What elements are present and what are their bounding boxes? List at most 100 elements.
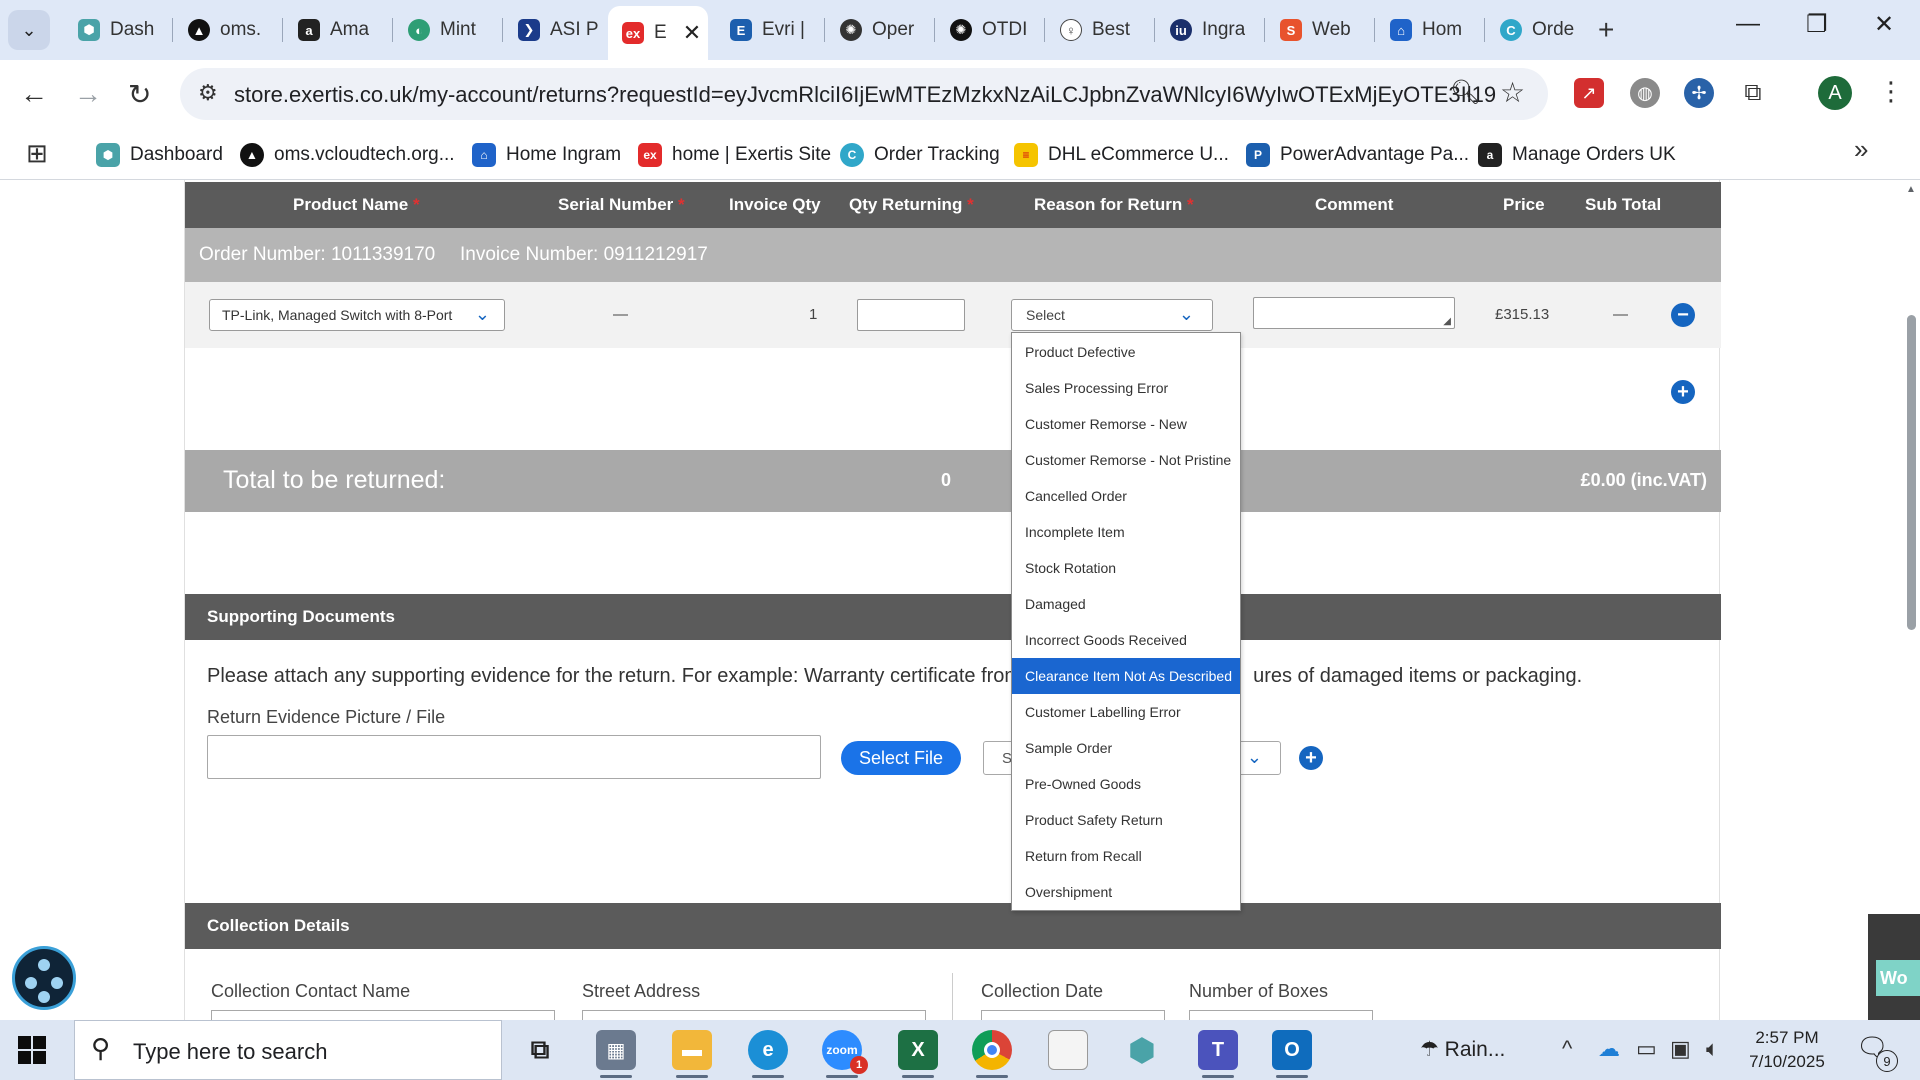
back-arrow-icon[interactable]: ←	[20, 78, 48, 110]
reason-option[interactable]: Sales Processing Error	[1012, 370, 1240, 406]
url-text[interactable]: store.exertis.co.uk/my-account/returns?r…	[234, 82, 1496, 108]
add-item-plus-icon[interactable]: +	[1671, 380, 1695, 404]
add-document-plus-icon[interactable]: +	[1299, 746, 1323, 770]
browser-tab[interactable]: iu Ingra	[1156, 10, 1256, 50]
comment-textarea[interactable]: ◢	[1253, 297, 1455, 329]
reason-option[interactable]: Customer Remorse - New	[1012, 406, 1240, 442]
browser-tab-active[interactable]: ex E ✕	[608, 6, 708, 60]
restore-icon[interactable]: ❐	[1806, 10, 1828, 39]
browser-tab[interactable]: ♀ Best	[1046, 10, 1146, 50]
teams-icon[interactable]: T	[1198, 1030, 1238, 1078]
bookmark-poweradvantage[interactable]: P PowerAdvantage Pa...	[1246, 138, 1469, 172]
bookmark-dashboard[interactable]: ⬢ Dashboard	[96, 138, 223, 172]
remove-item-minus-icon[interactable]: −	[1671, 303, 1695, 327]
reason-option[interactable]: Cancelled Order	[1012, 478, 1240, 514]
product-select[interactable]: TP-Link, Managed Switch with 8-Port ⌄	[209, 299, 505, 331]
bookmark-home-ingram[interactable]: ⌂ Home Ingram	[472, 138, 621, 172]
bookmark-exertis[interactable]: ex home | Exertis Site	[638, 138, 831, 172]
notification-center-icon[interactable]: 🗨︎ 9	[1856, 1032, 1898, 1072]
globe-extension-icon[interactable]: ◍	[1630, 78, 1660, 108]
collection-date-input[interactable]	[981, 1010, 1165, 1020]
reason-option[interactable]: Product Safety Return	[1012, 802, 1240, 838]
reason-option[interactable]: Customer Labelling Error	[1012, 694, 1240, 730]
app-hexagon-icon[interactable]: ⬢	[1122, 1030, 1162, 1070]
scroll-up-arrow-icon[interactable]: ▲	[1906, 184, 1916, 195]
file-explorer-icon[interactable]: ▬	[672, 1030, 712, 1078]
outlook-icon[interactable]: O	[1272, 1030, 1312, 1078]
reload-icon[interactable]: ↻	[128, 78, 151, 111]
reason-option[interactable]: Product Defective	[1012, 334, 1240, 370]
network-icon[interactable]: ▣	[1670, 1036, 1691, 1062]
reason-option[interactable]: Damaged	[1012, 586, 1240, 622]
browser-tab[interactable]: E Evri |	[716, 10, 816, 50]
calculator-icon[interactable]: ▦	[596, 1030, 636, 1078]
accessibility-widget-button[interactable]	[12, 946, 76, 1010]
reason-option[interactable]: Incorrect Goods Received	[1012, 622, 1240, 658]
close-tab-icon[interactable]: ✕	[683, 20, 701, 46]
network-extension-icon[interactable]: ✢	[1684, 78, 1714, 108]
reason-option[interactable]: Overshipment	[1012, 874, 1240, 910]
excel-icon[interactable]: X	[898, 1030, 938, 1078]
side-chat-widget[interactable]: Wo	[1868, 914, 1920, 1020]
reason-dropdown-list[interactable]: Product Defective Sales Processing Error C…	[1011, 332, 1241, 911]
evidence-file-input[interactable]	[207, 735, 821, 779]
weather-widget[interactable]: ☂ Rain...	[1420, 1037, 1505, 1062]
browser-tab[interactable]: a Ama	[284, 10, 384, 50]
browser-tab[interactable]: ⌂ Hom	[1376, 10, 1476, 50]
volume-icon[interactable]: 🔈︎	[1706, 1036, 1719, 1062]
forward-arrow-icon[interactable]: →	[74, 78, 102, 110]
new-tab-plus-icon[interactable]: +	[1598, 14, 1614, 46]
resize-grip-icon[interactable]: ◢	[1443, 316, 1451, 327]
collection-contact-input[interactable]	[211, 1010, 555, 1020]
zoom-icon[interactable]: zoom 1	[822, 1030, 868, 1078]
profile-avatar[interactable]: A	[1818, 76, 1852, 110]
apps-grid-icon[interactable]: ⊞	[26, 138, 48, 169]
windows-start-icon[interactable]	[18, 1036, 46, 1064]
bookmark-manage-orders[interactable]: a Manage Orders UK	[1478, 138, 1676, 172]
notepad-icon[interactable]	[1048, 1030, 1088, 1070]
browser-tab[interactable]: ⬢ Dash	[64, 10, 164, 50]
bookmark-order-tracking[interactable]: C Order Tracking	[840, 138, 1000, 172]
reason-for-return-select[interactable]: Select ⌄	[1011, 299, 1213, 331]
browser-tab[interactable]: ✺ OTDI	[936, 10, 1036, 50]
address-bar[interactable]: ⚙ store.exertis.co.uk/my-account/returns…	[180, 68, 1548, 120]
browser-tab[interactable]: ❯ ASI P	[504, 10, 604, 50]
reason-option[interactable]: Customer Remorse - Not Pristine	[1012, 442, 1240, 478]
street-address-input[interactable]	[582, 1010, 926, 1020]
minimize-icon[interactable]: —	[1736, 10, 1760, 38]
browser-tab[interactable]: ▲ oms.	[174, 10, 274, 50]
bookmark-oms[interactable]: ▲ oms.vcloudtech.org...	[240, 138, 455, 172]
site-info-icon[interactable]: ⚙	[198, 80, 218, 106]
pdf-extension-icon[interactable]: ↗	[1574, 78, 1604, 108]
more-bookmarks-chevron-icon[interactable]: »	[1854, 134, 1868, 165]
onedrive-cloud-icon[interactable]: ☁	[1598, 1036, 1620, 1062]
reason-option[interactable]: Incomplete Item	[1012, 514, 1240, 550]
bookmark-dhl[interactable]: ≡ DHL eCommerce U...	[1014, 138, 1229, 172]
taskbar-search-box[interactable]: ⚲ Type here to search	[74, 1020, 502, 1080]
reason-option[interactable]: Return from Recall	[1012, 838, 1240, 874]
tray-overflow-chevron-icon[interactable]: ^	[1562, 1036, 1572, 1062]
browser-tab[interactable]: S Web	[1266, 10, 1366, 50]
select-file-button[interactable]: Select File	[841, 741, 961, 775]
edge-icon[interactable]: e	[748, 1030, 788, 1078]
reason-option[interactable]: Stock Rotation	[1012, 550, 1240, 586]
reason-option[interactable]: Sample Order	[1012, 730, 1240, 766]
browser-tab[interactable]: ✺ Oper	[826, 10, 926, 50]
number-of-boxes-input[interactable]	[1189, 1010, 1373, 1020]
qty-returning-input[interactable]	[857, 299, 965, 331]
close-window-icon[interactable]: ✕	[1874, 10, 1894, 39]
reason-option[interactable]: Clearance Item Not As Described	[1012, 658, 1240, 694]
tab-search-button[interactable]: ⌄	[8, 10, 50, 50]
page-scrollbar-thumb[interactable]	[1907, 315, 1916, 630]
browser-tab[interactable]: ◐ Mint	[394, 10, 494, 50]
zoom-icon[interactable]: 🔍︎	[1450, 78, 1480, 107]
bookmark-star-icon[interactable]: ☆	[1500, 76, 1525, 109]
extensions-puzzle-icon[interactable]: ⧉	[1738, 78, 1768, 108]
battery-icon[interactable]: ▭	[1636, 1036, 1657, 1062]
task-view-icon[interactable]: ⧉	[520, 1030, 560, 1070]
browser-tab[interactable]: C Orde	[1486, 10, 1586, 50]
system-clock[interactable]: 2:57 PM 7/10/2025	[1742, 1026, 1832, 1074]
chrome-icon[interactable]	[972, 1030, 1012, 1078]
menu-kebab-icon[interactable]: ⋮	[1878, 76, 1904, 107]
reason-option[interactable]: Pre-Owned Goods	[1012, 766, 1240, 802]
